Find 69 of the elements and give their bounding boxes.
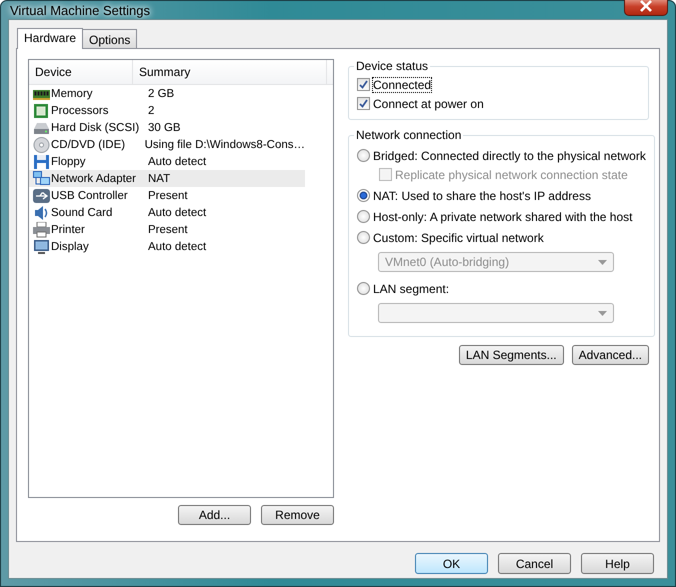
device-name: Processors bbox=[51, 104, 109, 116]
radio-button[interactable] bbox=[357, 210, 370, 223]
device-name: Floppy bbox=[51, 156, 86, 168]
device-summary: NAT bbox=[147, 172, 170, 184]
disc-icon bbox=[33, 136, 50, 152]
device-name: Sound Card bbox=[51, 206, 112, 218]
usb-icon bbox=[33, 188, 50, 204]
device-summary: 2 GB bbox=[147, 88, 174, 100]
radio-button[interactable] bbox=[357, 149, 370, 162]
tab[interactable]: Options bbox=[82, 29, 138, 48]
device-name: Memory bbox=[51, 88, 93, 100]
group-title: Network connection bbox=[355, 128, 462, 142]
device-summary: 30 GB bbox=[147, 122, 181, 134]
device-summary: Auto detect bbox=[147, 240, 206, 252]
help-button[interactable]: Help bbox=[581, 553, 654, 574]
device-row[interactable]: Display Auto detect bbox=[29, 238, 305, 255]
device-summary: Present bbox=[147, 190, 188, 202]
tab[interactable]: Hardware bbox=[17, 28, 84, 49]
checkbox[interactable] bbox=[357, 78, 370, 91]
device-summary: Present bbox=[147, 224, 188, 236]
device-summary: Using file D:\Windows8-Cons… bbox=[144, 138, 305, 150]
device-summary: Auto detect bbox=[147, 206, 206, 218]
column-header[interactable]: Summary bbox=[133, 60, 327, 84]
monitor-icon bbox=[33, 238, 50, 254]
device-row[interactable]: Memory 2 GB bbox=[29, 85, 305, 102]
network-computers-icon bbox=[33, 170, 50, 186]
device-row[interactable]: Floppy Auto detect bbox=[29, 153, 305, 170]
device-name: Printer bbox=[51, 224, 85, 236]
cancel-button[interactable]: Cancel bbox=[498, 553, 571, 574]
dropdown-arrow-icon bbox=[598, 310, 607, 316]
device-row[interactable]: Sound Card Auto detect bbox=[29, 204, 305, 221]
checkbox-label[interactable]: Connected bbox=[373, 78, 432, 92]
device-row[interactable]: Printer Present bbox=[29, 221, 305, 238]
device-row[interactable]: CD/DVD (IDE) Using file D:\Windows8-Cons… bbox=[29, 136, 305, 153]
printer-icon bbox=[33, 222, 50, 238]
device-row[interactable]: Network Adapter NAT bbox=[29, 170, 305, 187]
device-row[interactable]: Hard Disk (SCSI) 30 GB bbox=[29, 119, 305, 136]
close-icon bbox=[639, 0, 653, 12]
radio-label[interactable]: NAT: Used to share the host's IP address bbox=[373, 188, 591, 202]
dropdown-arrow-icon bbox=[598, 260, 607, 264]
device-name: CD/DVD (IDE) bbox=[51, 138, 126, 150]
column-header[interactable]: Device bbox=[29, 60, 133, 84]
device-row[interactable]: Processors 2 bbox=[29, 102, 305, 119]
radio-label[interactable]: LAN segment: bbox=[373, 282, 450, 296]
checkbox[interactable] bbox=[357, 97, 370, 110]
chip-icon bbox=[33, 102, 50, 118]
device-row[interactable]: USB Controller Present bbox=[29, 187, 305, 204]
radio-button[interactable] bbox=[357, 189, 370, 202]
add-button[interactable]: Add... bbox=[178, 505, 251, 525]
checkbox-label[interactable]: Connect at power on bbox=[373, 96, 484, 110]
radio-label[interactable]: Host-only: A private network shared with the host bbox=[373, 210, 632, 224]
radio-label[interactable]: Custom: Specific virtual network bbox=[373, 230, 544, 244]
speaker-icon bbox=[33, 204, 50, 220]
device-name: Display bbox=[51, 240, 89, 252]
remove-button[interactable]: Remove bbox=[261, 505, 334, 525]
radio-label[interactable]: Bridged: Connected directly to the physical network bbox=[373, 148, 646, 162]
window-title: Virtual Machine Settings bbox=[9, 2, 150, 18]
close-button[interactable] bbox=[624, 0, 668, 16]
lan-segments-button[interactable]: LAN Segments... bbox=[458, 345, 564, 365]
radio-button[interactable] bbox=[357, 282, 370, 295]
group-title: Device status bbox=[355, 59, 430, 73]
ok-button[interactable]: OK bbox=[415, 553, 488, 574]
radio-button[interactable] bbox=[357, 231, 370, 244]
device-name: USB Controller bbox=[51, 190, 128, 202]
device-name: Hard Disk (SCSI) bbox=[51, 122, 140, 134]
device-name: Network Adapter bbox=[51, 172, 136, 184]
advanced-button[interactable]: Advanced... bbox=[572, 345, 649, 365]
device-summary: 2 bbox=[147, 104, 154, 116]
device-summary: Auto detect bbox=[147, 156, 206, 168]
